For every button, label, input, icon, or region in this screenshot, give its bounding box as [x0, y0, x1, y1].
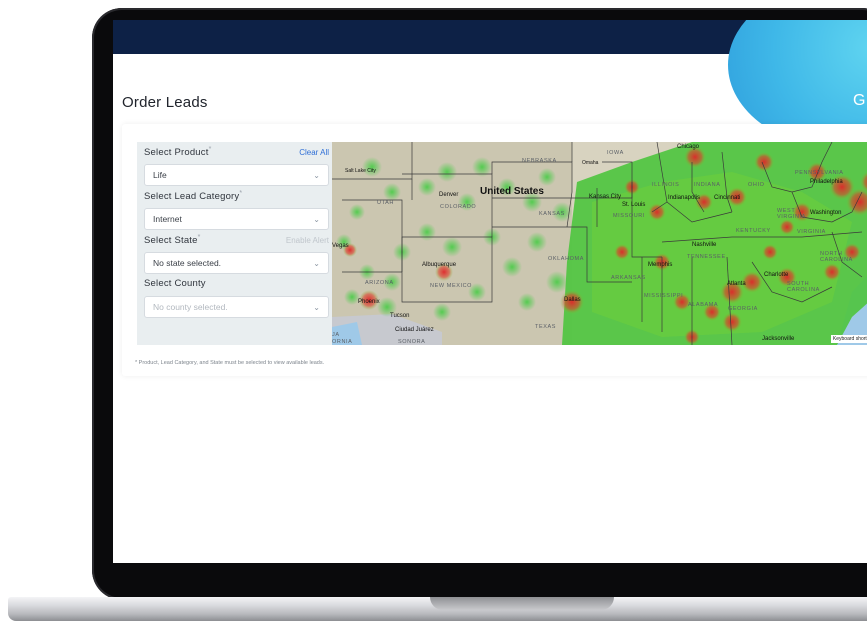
promo-banner-text[interactable]: G [853, 92, 865, 110]
map-label-st-louis: St. Louis [622, 202, 646, 208]
clear-all-link[interactable]: Clear All [299, 148, 329, 157]
map-label-dallas: Dallas [564, 297, 581, 303]
map-label-colorado: COLORADO [440, 204, 477, 210]
chevron-down-icon: ⌄ [313, 302, 320, 312]
lead-category-label-row: Select Lead Category* [144, 190, 329, 205]
chevron-down-icon: ⌄ [313, 214, 320, 224]
map-label-texas: TEXAS [535, 324, 557, 330]
state-label: Select State* [144, 234, 201, 247]
map-label-ornia: ORNIA [332, 339, 353, 345]
map-label-country: United States [480, 186, 544, 197]
filters-panel: Select Product* Clear All Life ⌄ Select … [144, 142, 329, 318]
leads-card: Salt Lake City UTAH Denver United States… [122, 124, 867, 376]
map-label-arizona: ARIZONA [365, 280, 394, 286]
map-label-indiana: INDIANA [694, 182, 721, 188]
map-label-iowa: IOWA [607, 150, 624, 156]
map-label-ohio: OHIO [748, 182, 765, 188]
state-select[interactable]: No state selected. ⌄ [144, 252, 329, 274]
map-label-jacksonville: Jacksonville [762, 336, 795, 342]
lead-category-select-value: Internet [153, 214, 182, 224]
map-label-sonora: SONORA [398, 339, 426, 345]
map-label-arkansas: ARKANSAS [611, 275, 646, 281]
county-label: Select County [144, 278, 206, 289]
map-label-north-carolina: NORTH CAROLINA [820, 251, 853, 263]
lead-category-select[interactable]: Internet ⌄ [144, 208, 329, 230]
map-label-charlotte: Charlotte [764, 272, 789, 278]
map-label-new-mexico: NEW MEXICO [430, 283, 473, 289]
enable-alert-link[interactable]: Enable Alert [286, 236, 329, 245]
map-label-chicago: Chicago [677, 144, 700, 150]
map-label-tucson: Tucson [390, 313, 410, 319]
laptop-notch [430, 597, 614, 610]
chevron-down-icon: ⌄ [313, 170, 320, 180]
keyboard-shortcuts-link[interactable]: Keyboard shortcuts [830, 335, 867, 343]
map-label-missouri: MISSOURI [613, 213, 645, 219]
product-select-value: Life [153, 170, 167, 180]
map-label-vegas: Vegas [332, 243, 349, 249]
map-label-tennessee: TENNESSEE [687, 254, 726, 260]
map-label-nashville: Nashville [692, 242, 717, 248]
map-label-west-virginia: WEST VIRGINIA [777, 208, 806, 220]
map-label-kansas-city: Kansas City [589, 194, 622, 200]
page-title: Order Leads [122, 94, 208, 111]
product-label: Select Product* [144, 146, 212, 159]
state-label-row: Select State* Enable Alert [144, 234, 329, 249]
lead-heatmap[interactable]: Salt Lake City UTAH Denver United States… [332, 142, 867, 345]
map-label-south-carolina: SOUTH CAROLINA [787, 281, 820, 293]
map-label-georgia: GEORGIA [728, 306, 758, 312]
map-label-virginia: VIRGINIA [797, 229, 826, 235]
product-label-row: Select Product* Clear All [144, 146, 329, 161]
lead-category-label: Select Lead Category* [144, 190, 243, 203]
map-label-illinois: ILLINOIS [652, 182, 680, 188]
map-label-indianapolis: Indianapolis [668, 195, 701, 201]
county-select-value: No county selected. [153, 302, 228, 312]
map-label-oklahoma: OKLAHOMA [548, 256, 584, 262]
map-label-ciudad-juarez: Ciudad Juárez [395, 327, 434, 333]
map-label-pennsylvania: PENNSYLVANIA [795, 170, 844, 176]
map-label-kansas: KANSAS [539, 211, 565, 217]
map-label-philadelphia: Philadelphia [810, 179, 843, 185]
map-label-albuquerque: Albuquerque [422, 262, 457, 268]
map-canvas [332, 142, 867, 345]
product-select[interactable]: Life ⌄ [144, 164, 329, 186]
map-label-salt-lake: Salt Lake City [345, 168, 376, 174]
map-label-omaha: Omaha [582, 160, 599, 166]
map-label-memphis: Memphis [648, 262, 673, 268]
map-label-denver: Denver [439, 192, 459, 198]
map-label-phoenix: Phoenix [358, 299, 380, 305]
map-label-washington: Washington [810, 210, 842, 216]
map-label-utah: UTAH [377, 200, 394, 206]
county-select[interactable]: No county selected. ⌄ [144, 296, 329, 318]
map-label-ja: JA [332, 332, 340, 338]
map-label-alabama: ALABAMA [688, 302, 719, 308]
app-screen: | | ( G Order Leads [113, 20, 867, 563]
county-label-row: Select County [144, 278, 329, 293]
map-label-cincinnati: Cincinnati [714, 195, 741, 201]
required-fields-note: * Product, Lead Category, and State must… [135, 360, 325, 366]
map-label-atlanta: Atlanta [727, 281, 746, 287]
map-label-kentucky: KENTUCKY [736, 228, 771, 234]
map-label-nebraska: NEBRASKA [522, 158, 557, 164]
map-label-mississippi: MISSISSIPPI [644, 293, 684, 299]
chevron-down-icon: ⌄ [313, 258, 320, 268]
state-select-value: No state selected. [153, 258, 222, 268]
